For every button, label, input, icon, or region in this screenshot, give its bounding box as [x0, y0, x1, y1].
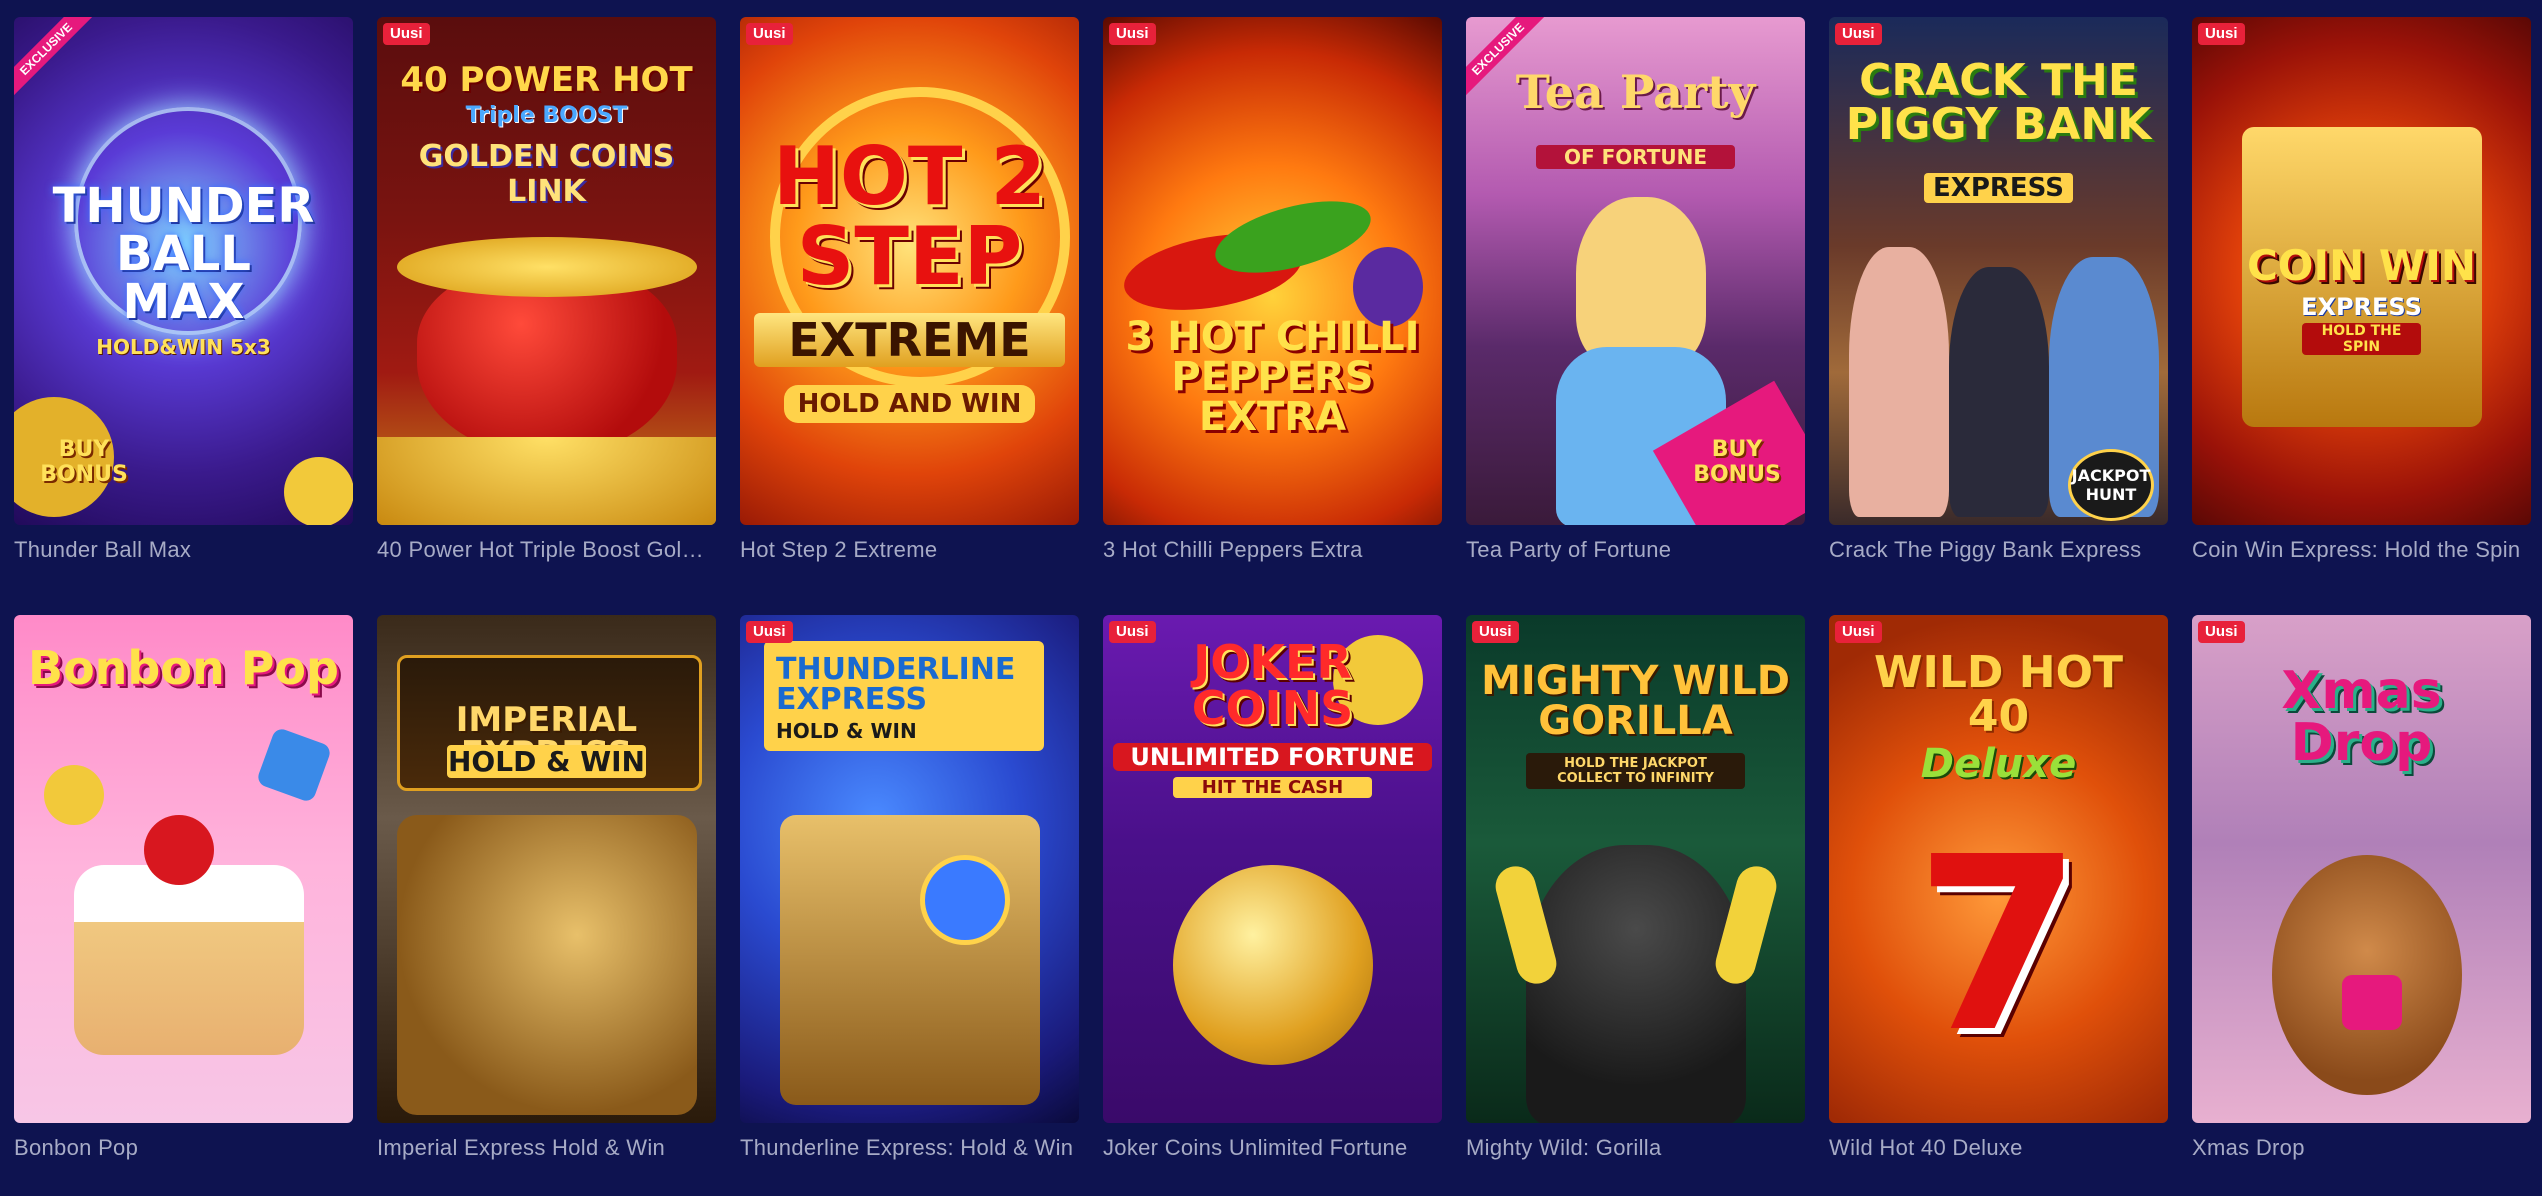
buy-bonus-badge: BUY BONUS: [40, 437, 128, 487]
game-name[interactable]: Thunder Ball Max: [14, 537, 353, 563]
new-badge: Uusi: [1472, 621, 1519, 643]
new-badge: Uusi: [383, 23, 430, 45]
game-art-subtitle: EXPRESS: [2301, 293, 2422, 321]
game-name[interactable]: Thunderline Express: Hold & Win: [740, 1135, 1079, 1161]
game-art-extra: HOLD AND WIN: [784, 385, 1035, 423]
game-name[interactable]: Mighty Wild: Gorilla: [1466, 1135, 1805, 1161]
game-name[interactable]: Hot Step 2 Extreme: [740, 537, 1079, 563]
game-art-title: Tea Party: [1515, 65, 1756, 119]
game-card[interactable]: EXCLUSIVE THUNDER BALL MAX HOLD&WIN 5x3 …: [14, 17, 353, 563]
game-name[interactable]: Xmas Drop: [2192, 1135, 2531, 1161]
game-name[interactable]: 3 Hot Chilli Peppers Extra: [1103, 537, 1442, 563]
new-badge: Uusi: [1109, 23, 1156, 45]
game-art-title: 40 POWER HOT: [400, 60, 693, 100]
game-card[interactable]: EXCLUSIVE Tea Party OF FORTUNE BUY BONUS…: [1466, 17, 1805, 563]
game-art-subtitle: Deluxe: [1920, 741, 2077, 787]
game-thumbnail[interactable]: Uusi HOT 2 STEP EXTREME HOLD AND WIN: [740, 17, 1079, 525]
new-badge: Uusi: [2198, 621, 2245, 643]
game-art-title: THUNDER BALL MAX: [52, 178, 315, 330]
game-card[interactable]: Uusi CRACK THE PIGGY BANK EXPRESS JACKPO…: [1829, 17, 2168, 563]
game-name[interactable]: Wild Hot 40 Deluxe: [1829, 1135, 2168, 1161]
game-thumbnail[interactable]: Bonbon Pop: [14, 615, 353, 1123]
game-thumbnail[interactable]: Uusi COIN WIN EXPRESS HOLD THE SPIN: [2192, 17, 2531, 525]
game-thumbnail[interactable]: Uusi JOKER COINS UNLIMITED FORTUNE HIT T…: [1103, 615, 1442, 1123]
game-name[interactable]: Crack The Piggy Bank Express: [1829, 537, 2168, 563]
game-thumbnail[interactable]: Uusi Xmas Drop: [2192, 615, 2531, 1123]
game-thumbnail[interactable]: Uusi 40 POWER HOT Triple BOOST GOLDEN CO…: [377, 17, 716, 525]
game-card[interactable]: Uusi Xmas Drop Xmas Drop: [2192, 615, 2531, 1161]
game-art-title: JOKER COINS: [1191, 635, 1354, 735]
game-art-subtitle: HOLD & WIN: [447, 745, 646, 778]
game-art-title: CRACK THE PIGGY BANK: [1845, 55, 2152, 150]
game-thumbnail[interactable]: Uusi WILD HOT 40 Deluxe 7: [1829, 615, 2168, 1123]
game-card[interactable]: Bonbon Pop Bonbon Pop: [14, 615, 353, 1161]
buy-bonus-badge: BUY BONUS: [1693, 437, 1781, 487]
game-art-title: THUNDERLINE EXPRESS: [776, 652, 1016, 717]
game-art-subtitle: HOLD THE JACKPOT COLLECT TO INFINITY: [1526, 753, 1745, 789]
game-art-extra: HIT THE CASH: [1173, 777, 1372, 798]
game-art-title: Xmas Drop: [2281, 661, 2442, 773]
game-grid: EXCLUSIVE THUNDER BALL MAX HOLD&WIN 5x3 …: [14, 17, 2531, 1161]
new-badge: Uusi: [1109, 621, 1156, 643]
game-thumbnail[interactable]: EXCLUSIVE Tea Party OF FORTUNE BUY BONUS: [1466, 17, 1805, 525]
game-name[interactable]: Imperial Express Hold & Win: [377, 1135, 716, 1161]
game-name[interactable]: Joker Coins Unlimited Fortune: [1103, 1135, 1442, 1161]
game-art-extra: Triple BOOST: [465, 103, 628, 128]
seven-symbol: 7: [1915, 805, 2082, 1085]
game-art-subtitle: HOLD&WIN 5x3: [96, 335, 271, 359]
game-thumbnail[interactable]: Uusi THUNDERLINE EXPRESS HOLD & WIN: [740, 615, 1079, 1123]
game-art-title: HOT 2 STEP: [772, 130, 1047, 303]
new-badge: Uusi: [746, 621, 793, 643]
game-art-title: MIGHTY WILD GORILLA: [1481, 658, 1790, 744]
game-art-extra: HOLD THE SPIN: [2302, 323, 2421, 355]
game-art-subtitle: HOLD & WIN: [776, 719, 917, 743]
game-art-title: WILD HOT 40: [1873, 647, 2124, 742]
game-name[interactable]: Tea Party of Fortune: [1466, 537, 1805, 563]
new-badge: Uusi: [2198, 23, 2245, 45]
game-thumbnail[interactable]: Uusi MIGHTY WILD GORILLA HOLD THE JACKPO…: [1466, 615, 1805, 1123]
game-card[interactable]: Uusi 3 HOT CHILLI PEPPERS EXTRA 3 Hot Ch…: [1103, 17, 1442, 563]
new-badge: Uusi: [1835, 621, 1882, 643]
game-art-subtitle: EXTREME: [754, 313, 1065, 367]
game-thumbnail[interactable]: Uusi 3 HOT CHILLI PEPPERS EXTRA: [1103, 17, 1442, 525]
game-card[interactable]: Uusi HOT 2 STEP EXTREME HOLD AND WIN Hot…: [740, 17, 1079, 563]
new-badge: Uusi: [746, 23, 793, 45]
game-card[interactable]: Uusi THUNDERLINE EXPRESS HOLD & WIN Thun…: [740, 615, 1079, 1161]
game-thumbnail[interactable]: IMPERIAL EXPRESS HOLD & WIN: [377, 615, 716, 1123]
game-thumbnail[interactable]: EXCLUSIVE THUNDER BALL MAX HOLD&WIN 5x3 …: [14, 17, 353, 525]
game-card[interactable]: Uusi JOKER COINS UNLIMITED FORTUNE HIT T…: [1103, 615, 1442, 1161]
game-art-title: 3 HOT CHILLI PEPPERS EXTRA: [1125, 314, 1420, 440]
game-name[interactable]: Coin Win Express: Hold the Spin: [2192, 537, 2531, 563]
game-art-subtitle: GOLDEN COINS LINK: [418, 139, 675, 209]
game-art-subtitle: OF FORTUNE: [1536, 145, 1735, 169]
game-thumbnail[interactable]: Uusi CRACK THE PIGGY BANK EXPRESS JACKPO…: [1829, 17, 2168, 525]
game-name[interactable]: Bonbon Pop: [14, 1135, 353, 1161]
new-badge: Uusi: [1835, 23, 1882, 45]
jackpot-hunt-badge: JACKPOT HUNT: [2068, 449, 2154, 521]
game-card[interactable]: IMPERIAL EXPRESS HOLD & WIN Imperial Exp…: [377, 615, 716, 1161]
game-card[interactable]: Uusi MIGHTY WILD GORILLA HOLD THE JACKPO…: [1466, 615, 1805, 1161]
game-art-title: COIN WIN: [2246, 241, 2477, 290]
game-name[interactable]: 40 Power Hot Triple Boost Golden Coins L…: [377, 537, 716, 563]
game-art-subtitle: UNLIMITED FORTUNE: [1113, 743, 1432, 771]
game-card[interactable]: Uusi WILD HOT 40 Deluxe 7 Wild Hot 40 De…: [1829, 615, 2168, 1161]
game-card[interactable]: Uusi COIN WIN EXPRESS HOLD THE SPIN Coin…: [2192, 17, 2531, 563]
game-card[interactable]: Uusi 40 POWER HOT Triple BOOST GOLDEN CO…: [377, 17, 716, 563]
game-art-title: Bonbon Pop: [28, 641, 339, 695]
game-art-subtitle: EXPRESS: [1924, 173, 2073, 203]
